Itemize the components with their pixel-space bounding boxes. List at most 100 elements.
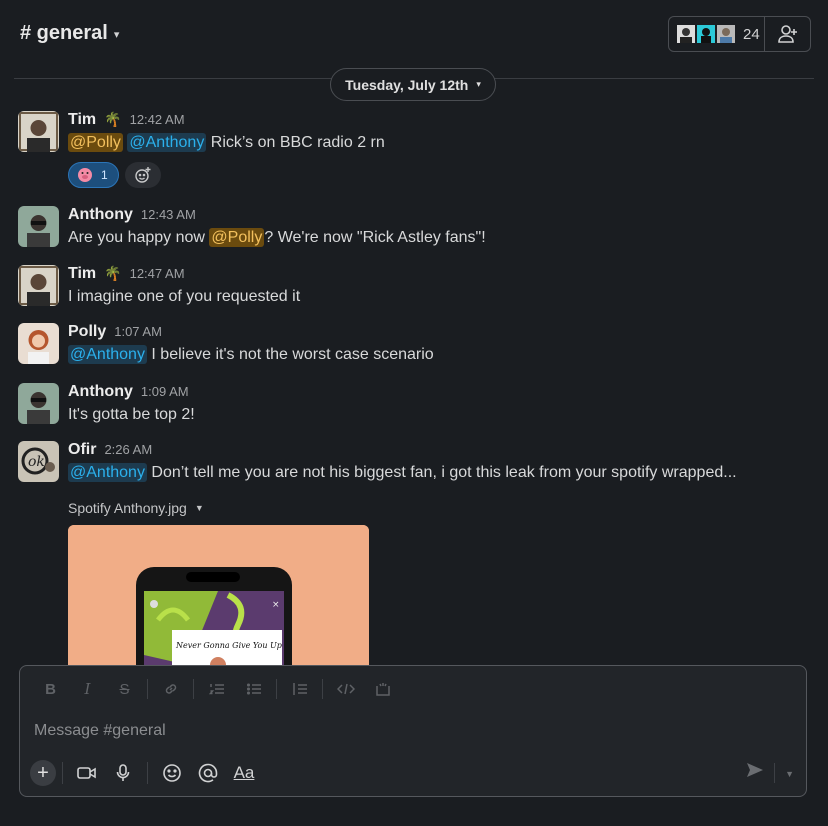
author-name[interactable]: Tim: [68, 265, 96, 283]
audio-clip-button[interactable]: [105, 764, 141, 782]
member-avatar: [715, 23, 737, 45]
send-controls: ▼: [746, 762, 794, 783]
strikethrough-icon: S: [119, 680, 130, 698]
pig-emoji-icon: [78, 168, 92, 182]
member-avatars[interactable]: 24: [669, 17, 765, 51]
status-emoji: 🌴: [104, 111, 122, 127]
chevron-down-icon: ▾: [476, 79, 481, 89]
composer-divider: [62, 762, 63, 784]
chevron-down-icon: ▾: [113, 29, 120, 41]
timestamp[interactable]: 1:09 AM: [141, 384, 189, 399]
mention[interactable]: @Polly: [68, 133, 123, 152]
add-user-icon: [777, 25, 797, 43]
message-body: Are you happy now: [68, 229, 210, 246]
timestamp[interactable]: 12:47 AM: [130, 266, 185, 281]
svg-text:×: ×: [272, 600, 280, 610]
message-composer: B I S Message #general + Aa ▼: [19, 665, 807, 797]
channel-name-button[interactable]: # general ▾: [20, 22, 119, 45]
author-name[interactable]: Tim: [68, 111, 96, 129]
format-toolbar: B I S: [32, 678, 401, 700]
add-reaction-button[interactable]: [124, 162, 161, 188]
ordered-list-button[interactable]: [198, 678, 235, 700]
emoji-button[interactable]: [154, 763, 190, 783]
message-text: @Anthony I believe it's not the worst ca…: [68, 345, 434, 364]
toolbar-divider: [276, 679, 277, 699]
message-body: ? We're now "Rick Astley fans"!: [264, 229, 486, 246]
caret-down-icon: ▼: [194, 503, 204, 513]
reaction-pill[interactable]: 1: [68, 162, 119, 188]
bulleted-list-icon: [246, 683, 261, 695]
svg-text:ok: ok: [28, 454, 45, 470]
strikethrough-button[interactable]: S: [106, 678, 143, 700]
mention-button[interactable]: [190, 763, 226, 783]
mention[interactable]: @Polly: [209, 228, 265, 247]
timestamp[interactable]: 1:07 AM: [114, 324, 162, 339]
microphone-icon: [116, 764, 130, 781]
emoji-icon: [163, 764, 181, 782]
avatar[interactable]: [18, 265, 59, 306]
avatar[interactable]: [18, 206, 59, 247]
video-camera-icon: [77, 767, 96, 779]
author-name[interactable]: Anthony: [68, 206, 133, 224]
timestamp[interactable]: 12:43 AM: [141, 207, 196, 222]
avatar[interactable]: ok: [18, 441, 59, 482]
code-button[interactable]: [327, 678, 364, 700]
attach-plus-button[interactable]: +: [30, 760, 56, 786]
bulleted-list-button[interactable]: [235, 678, 272, 700]
avatar[interactable]: [18, 383, 59, 424]
mention[interactable]: @Anthony: [68, 345, 147, 364]
toolbar-divider: [322, 679, 323, 699]
message-text: Are you happy now @Polly? We're now "Ric…: [68, 228, 486, 247]
blockquote-icon: [292, 683, 307, 695]
avatar[interactable]: [18, 323, 59, 364]
message-body: I believe it's not the worst case scenar…: [146, 346, 434, 363]
code-icon: [336, 683, 355, 695]
avatar[interactable]: [18, 111, 59, 152]
send-divider: [774, 762, 776, 783]
member-avatar: [695, 23, 717, 45]
attachment-image[interactable]: × Never Gonna Give You Up: [68, 525, 369, 670]
at-sign-icon: [198, 763, 218, 783]
mention[interactable]: @Anthony: [127, 133, 207, 152]
schedule-send-button[interactable]: ▼: [785, 764, 794, 782]
code-block-button[interactable]: [364, 678, 401, 700]
message-body: Rick’s on BBC radio 2 rn: [206, 134, 385, 151]
attachment-name[interactable]: Spotify Anthony.jpg ▼: [68, 500, 204, 516]
composer-actions: + Aa: [30, 760, 262, 786]
bold-button[interactable]: B: [32, 678, 69, 700]
attachment-filename: Spotify Anthony.jpg: [68, 500, 187, 516]
send-icon: [747, 763, 764, 777]
code-block-icon: [375, 683, 390, 696]
bold-icon: B: [45, 680, 56, 698]
video-clip-button[interactable]: [69, 765, 105, 781]
attachment-song-text: Never Gonna Give You Up: [176, 641, 282, 650]
members-button[interactable]: 24: [668, 16, 811, 52]
toolbar-divider: [147, 679, 148, 699]
channel-name: # general: [20, 22, 108, 44]
message-text: I imagine one of you requested it: [68, 288, 301, 305]
formatting-toggle-button[interactable]: Aa: [226, 763, 262, 783]
send-button[interactable]: [746, 762, 764, 783]
italic-button[interactable]: I: [69, 678, 106, 700]
member-avatar: [675, 23, 697, 45]
author-name[interactable]: Ofir: [68, 441, 96, 459]
date-label: Tuesday, July 12th: [345, 76, 469, 93]
format-text-label: Aa: [233, 763, 255, 782]
timestamp[interactable]: 12:42 AM: [130, 112, 185, 127]
italic-icon: I: [84, 680, 91, 698]
add-user-button[interactable]: [765, 17, 810, 51]
author-name[interactable]: Polly: [68, 323, 106, 341]
chevron-down-icon: ▼: [785, 768, 794, 779]
link-button[interactable]: [152, 678, 189, 700]
mention[interactable]: @Anthony: [68, 463, 147, 482]
timestamp[interactable]: 2:26 AM: [104, 442, 152, 457]
date-divider-button[interactable]: Tuesday, July 12th ▾: [330, 68, 496, 101]
blockquote-button[interactable]: [281, 678, 318, 700]
author-name[interactable]: Anthony: [68, 383, 133, 401]
member-count: 24: [743, 25, 760, 43]
add-emoji-icon: [134, 167, 151, 183]
channel-header: # general ▾ 24: [0, 0, 828, 70]
message-input[interactable]: Message #general: [34, 722, 166, 740]
message-text: @Polly @Anthony Rick’s on BBC radio 2 rn: [68, 133, 385, 152]
message-body: Don’t tell me you are not his biggest fa…: [146, 464, 737, 481]
